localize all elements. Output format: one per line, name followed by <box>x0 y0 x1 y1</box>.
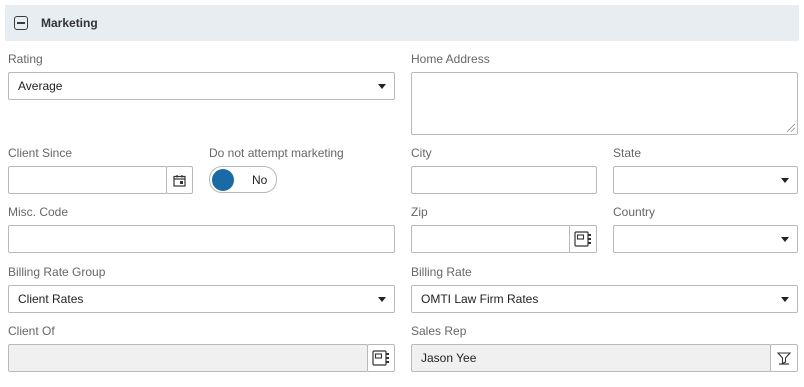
country-label: Country <box>613 205 656 219</box>
sales-rep-value: Jason Yee <box>421 351 477 365</box>
billing-rate-group-label: Billing Rate Group <box>8 265 106 279</box>
billing-rate-label: Billing Rate <box>411 265 472 279</box>
section-title: Marketing <box>41 16 98 30</box>
billing-rate-group-select[interactable]: Client Rates <box>8 285 395 313</box>
address-book-icon <box>372 350 389 366</box>
address-book-icon <box>574 231 591 247</box>
billing-rate-value: OMTI Law Firm Rates <box>421 292 539 306</box>
chevron-down-icon <box>781 296 789 302</box>
collapse-minus-icon[interactable] <box>14 16 28 30</box>
home-address-value <box>412 73 797 79</box>
sales-rep-label: Sales Rep <box>411 324 467 338</box>
rating-value: Average <box>18 79 63 93</box>
zip-input[interactable] <box>411 225 571 253</box>
chevron-down-icon <box>781 236 789 242</box>
chevron-down-icon <box>781 177 789 183</box>
client-of-label: Client Of <box>8 324 55 338</box>
filter-clear-icon <box>777 352 791 365</box>
rating-label: Rating <box>8 52 43 66</box>
date-picker-button[interactable] <box>166 166 193 194</box>
sales-rep-filter-button[interactable] <box>770 344 798 372</box>
zip-lookup-button[interactable] <box>569 225 597 253</box>
client-of-lookup-button[interactable] <box>367 344 395 372</box>
chevron-down-icon <box>378 83 386 89</box>
billing-rate-select[interactable]: OMTI Law Firm Rates <box>411 285 798 313</box>
country-select[interactable] <box>613 225 798 253</box>
state-label: State <box>613 146 642 160</box>
toggle-state-text: No <box>252 172 268 187</box>
misc-code-label: Misc. Code <box>8 205 69 219</box>
do-not-market-toggle[interactable]: No <box>209 166 277 193</box>
rating-select[interactable]: Average <box>8 72 395 100</box>
marketing-section-header[interactable]: Marketing <box>5 5 799 41</box>
client-of-input[interactable] <box>8 344 368 372</box>
billing-rate-group-value: Client Rates <box>18 292 84 306</box>
do-not-market-label: Do not attempt marketing <box>209 146 344 160</box>
city-input[interactable] <box>411 166 597 194</box>
state-select[interactable] <box>613 166 798 194</box>
home-address-label: Home Address <box>411 52 490 66</box>
client-since-input[interactable] <box>8 166 167 194</box>
home-address-textarea[interactable] <box>411 72 798 135</box>
sales-rep-input[interactable]: Jason Yee <box>411 344 771 372</box>
calendar-icon <box>173 174 186 187</box>
client-since-label: Client Since <box>8 146 73 160</box>
toggle-knob <box>212 168 234 191</box>
zip-label: Zip <box>411 205 428 219</box>
city-label: City <box>411 146 432 160</box>
chevron-down-icon <box>378 296 386 302</box>
misc-code-input[interactable] <box>8 225 395 253</box>
resize-grip-icon[interactable] <box>787 124 795 132</box>
